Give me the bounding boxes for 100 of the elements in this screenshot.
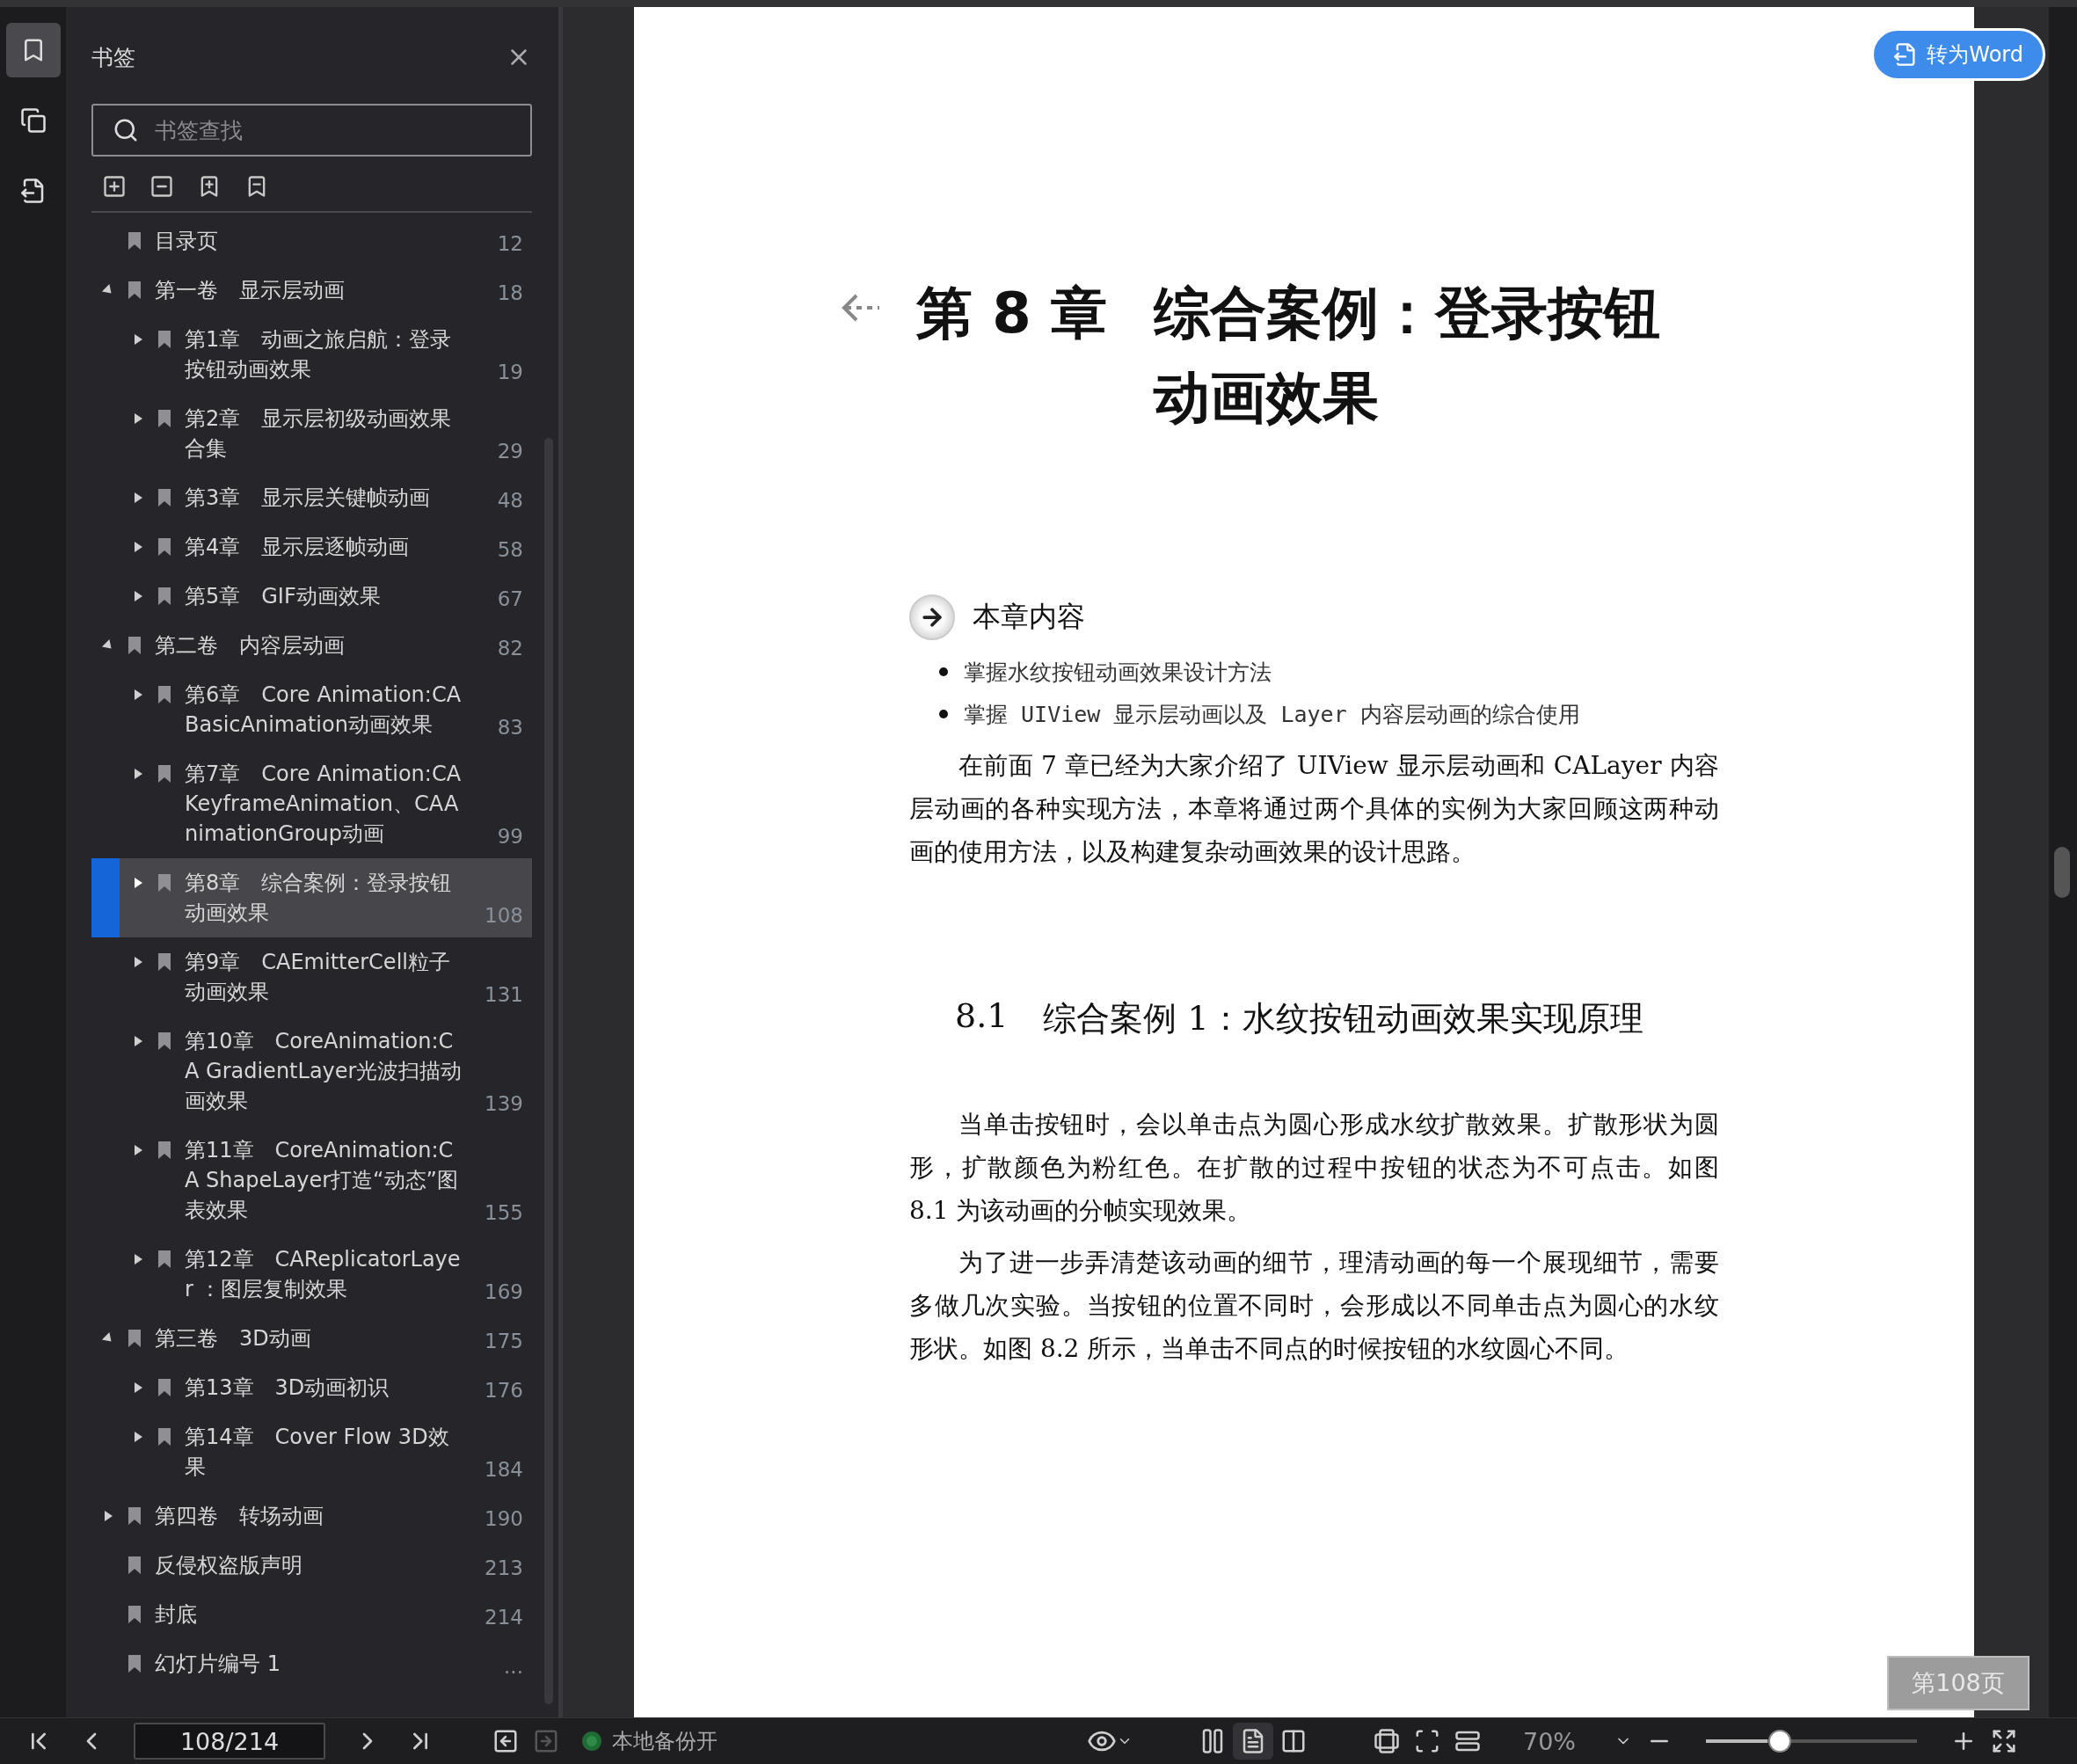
bookmark-icon	[157, 685, 172, 704]
page-number: 139	[485, 1091, 523, 1116]
scroll-thumb[interactable]	[2054, 847, 2070, 898]
page-number: 214	[485, 1605, 523, 1629]
bookmark-title: 幻灯片编号 1	[155, 1651, 281, 1678]
bookmark-title: 第9章 CAEmitterCell粒子动画效果	[185, 949, 451, 1006]
bookmark-item[interactable]: 第1章 动画之旅启航：登录按钮动画效果 19	[91, 315, 532, 394]
bookmark-item[interactable]: 第3章 显示层关键帧动画 48	[91, 473, 532, 522]
search-icon	[113, 117, 139, 143]
collapse-all-button[interactable]	[149, 174, 174, 199]
fullscreen-icon[interactable]	[1991, 1728, 2017, 1754]
scrollbar[interactable]	[2049, 7, 2077, 1717]
bookmark-item[interactable]: 第三卷 3D动画 175	[91, 1314, 532, 1363]
bookmark-icon	[157, 1250, 172, 1269]
bookmark-item[interactable]: 目录页 12	[91, 216, 532, 266]
bookmark-title: 第7章 Core Animation:CA KeyframeAnimation、CAA nimationGroup动画	[185, 761, 463, 848]
collapsed-arrow-icon[interactable]	[132, 590, 144, 602]
bookmark-icon	[127, 281, 142, 300]
bookmark-icon	[157, 1031, 172, 1051]
page-number: 12	[496, 231, 523, 256]
bookmark-icon	[157, 537, 172, 557]
chapter-title: 综合案例：登录按钮动画效果	[1154, 280, 1661, 432]
slider-thumb[interactable]	[1768, 1730, 1791, 1753]
bookmark-icon	[127, 1329, 142, 1348]
bookmark-item[interactable]: 第10章 CoreAnimation:CA GradientLayer光波扫描动画效果 139	[91, 1017, 532, 1126]
bookmark-icon	[157, 764, 172, 784]
page-number: 18	[496, 281, 523, 305]
search-input[interactable]: 书签查找	[153, 116, 511, 144]
collapsed-arrow-icon[interactable]	[132, 956, 144, 968]
bookmark-item[interactable]: 封底 214	[91, 1590, 532, 1639]
bookmark-icon	[157, 952, 172, 972]
bookmark-title: 第3章 显示层关键帧动画	[185, 485, 432, 512]
bookmark-title: 第13章 3D动画初识	[185, 1374, 390, 1402]
bullet-icon	[939, 710, 948, 718]
collapsed-arrow-icon[interactable]	[132, 1253, 144, 1265]
bookmark-item[interactable]: 第9章 CAEmitterCell粒子动画效果 131	[91, 937, 532, 1017]
body-paragraph: 当单击按钮时，会以单击点为圆心形成水纹扩散效果。扩散形状为圆形，扩散颜色为粉红色。在扩散的过程中按钮的状态为不可点击。如图 8.1 为该动画的分帧实现效果。	[909, 1109, 1719, 1227]
chapter-number: 第 8 章	[916, 280, 1109, 347]
bookmark-icon	[157, 873, 172, 893]
bookmark-item[interactable]: 第7章 Core Animation:CA KeyframeAnimation、CAA nimationGroup动画 99	[91, 749, 532, 858]
collapsed-arrow-icon[interactable]	[132, 1431, 144, 1443]
bookmark-title: 第8章 综合案例：登录按钮动画效果	[185, 870, 453, 927]
bookmark-icon	[157, 409, 172, 428]
bookmark-item[interactable]: 第14章 Cover Flow 3D效果 184	[91, 1412, 532, 1491]
bookmark-icon	[127, 231, 142, 251]
bookmark-item[interactable]: 第6章 Core Animation:CA BasicAnimation动画效果 83	[91, 670, 532, 749]
sidebar-tab[interactable]	[5, 23, 61, 77]
bookmark-item[interactable]: 第四卷 转场动画 190	[91, 1491, 532, 1541]
bookmark-icon	[127, 1506, 142, 1526]
bookmark-item[interactable]: 第8章 综合案例：登录按钮动画效果 108	[91, 858, 532, 937]
collapsed-arrow-icon[interactable]	[132, 333, 144, 346]
view-mode-button[interactable]	[1233, 1723, 1273, 1760]
bookmark-item[interactable]: 第一卷 显示层动画 18	[91, 266, 532, 315]
bookmark-title: 第10章 CoreAnimation:CA GradientLayer光波扫描动画效果	[185, 1028, 463, 1115]
collapsed-arrow-icon[interactable]	[132, 492, 144, 504]
bookmark-icon	[157, 1141, 172, 1160]
bookmark-item[interactable]: 第12章 CAReplicatorLayer ：图层复制效果 169	[91, 1235, 532, 1314]
page-number: 67	[496, 587, 523, 611]
bookmark-title: 反侵权盗版声明	[155, 1552, 303, 1579]
bookmark-item[interactable]: 第二卷 内容层动画 82	[91, 621, 532, 670]
page-number: ...	[503, 1654, 523, 1679]
collapsed-arrow-icon[interactable]	[132, 541, 144, 553]
bookmark-item[interactable]: 第4章 显示层逐帧动画 58	[91, 522, 532, 572]
bookmark-item[interactable]: 第13章 3D动画初识 176	[91, 1363, 532, 1412]
page-number: 176	[485, 1378, 523, 1403]
section-title: 综合案例 1：水纹按钮动画效果实现原理	[1043, 998, 1643, 1039]
back-icon[interactable]	[492, 1728, 519, 1754]
search-field[interactable]: 书签查找	[91, 104, 532, 157]
section-number: 8.1	[955, 996, 1009, 1037]
objective-text: 掌握 UIView 显示层动画以及 Layer 内容层动画的综合使用	[964, 700, 1580, 729]
fit-page-icon[interactable]	[1414, 1728, 1440, 1754]
bookmark-item[interactable]: 第2章 显示层初级动画效果合集 29	[91, 394, 532, 473]
bullet-icon	[939, 667, 948, 676]
collapsed-arrow-icon[interactable]	[132, 689, 144, 701]
bookmark-title: 第一卷 显示层动画	[155, 277, 346, 304]
bookmark-item[interactable]: 第5章 GIF动画效果 67	[91, 572, 532, 621]
expand-all-button[interactable]	[102, 174, 127, 199]
bookmark-icon	[157, 1378, 172, 1397]
collapsed-arrow-icon[interactable]	[132, 412, 144, 425]
page-number: 169	[485, 1279, 523, 1304]
page-number: 58	[496, 537, 523, 562]
bookmark-item[interactable]: 幻灯片编号 1 ...	[91, 1639, 532, 1688]
page-number: 83	[496, 715, 523, 740]
page-number-field[interactable]: 108/214	[134, 1723, 325, 1760]
bookmark-title: 第1章 动画之旅启航：登录按钮动画效果	[185, 326, 453, 383]
collapsed-arrow-icon[interactable]	[102, 1510, 114, 1522]
page-number: 108	[485, 903, 523, 928]
collapsed-arrow-icon[interactable]	[132, 877, 144, 889]
collapsed-arrow-icon[interactable]	[132, 1144, 144, 1156]
pages-icon	[19, 107, 47, 134]
arrow-circle-icon	[909, 594, 955, 640]
slider-fill	[1706, 1739, 1767, 1743]
contents-heading: 本章内容	[973, 599, 1085, 635]
bookmark-title: 第12章 CAReplicatorLayer ：图层复制效果	[185, 1246, 462, 1303]
collapsed-arrow-icon[interactable]	[132, 1381, 144, 1394]
bookmark-item[interactable]: 第11章 CoreAnimation:CA ShapeLayer打造“动态”图表效果 155	[91, 1126, 532, 1235]
collapsed-arrow-icon[interactable]	[132, 768, 144, 780]
bookmark-item[interactable]: 反侵权盗版声明 213	[91, 1541, 532, 1590]
collapsed-arrow-icon[interactable]	[132, 1035, 144, 1047]
page-number: 82	[496, 636, 523, 660]
